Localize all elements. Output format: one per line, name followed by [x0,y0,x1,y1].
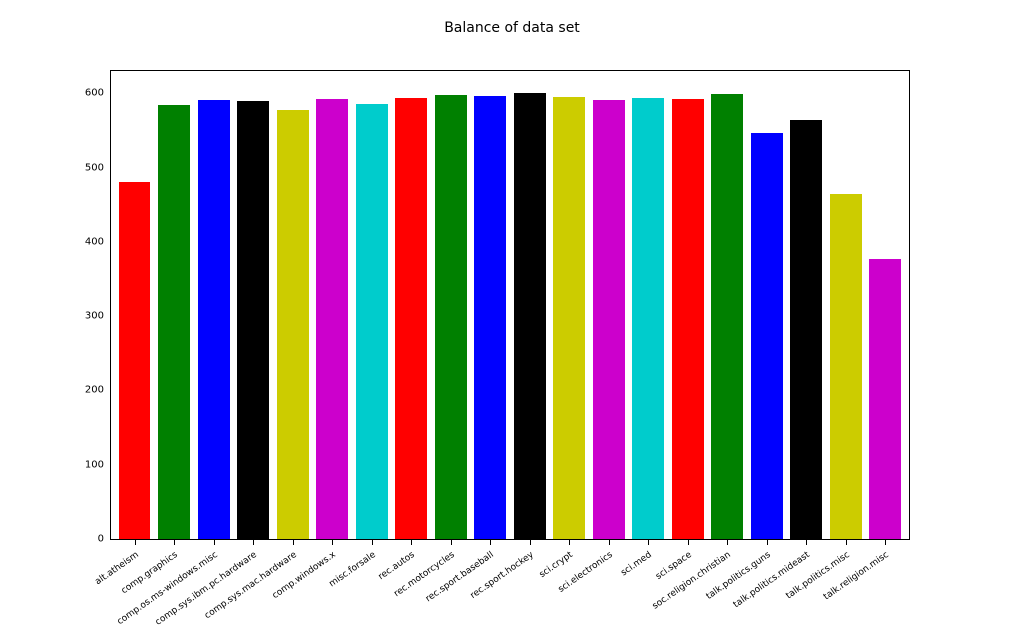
y-tick-label: 400 [85,236,104,247]
y-tick-label: 600 [85,88,104,99]
y-tick-label: 500 [85,162,104,173]
plot-axes [110,70,910,540]
bar [316,99,348,540]
x-tick-label: sci.med [620,550,654,578]
y-tick-label: 0 [98,534,104,545]
x-tick-label: sci.crypt [538,550,575,580]
bar [711,94,743,539]
x-tick-mark [411,540,412,545]
bar [790,120,822,539]
plot-area [111,71,909,539]
x-tick-mark [530,540,531,545]
bar [277,110,309,539]
bar [830,194,862,539]
x-tick-mark [609,540,610,545]
x-tick-mark [174,540,175,545]
bar [751,133,783,539]
bar [237,101,269,539]
x-tick-mark [253,540,254,545]
bar [474,96,506,539]
x-tick-mark [332,540,333,545]
x-tick-mark [214,540,215,545]
bar [119,182,151,539]
bar [158,105,190,539]
x-tick-mark [727,540,728,545]
x-tick-label: rec.sport.baseball [424,550,496,604]
x-tick-mark [806,540,807,545]
bar [435,95,467,539]
bar [593,100,625,539]
figure: Balance of data set 0100200300400500600 … [0,0,1024,640]
y-tick-label: 100 [85,459,104,470]
x-tick-mark [885,540,886,545]
x-tick-label: talk.politics.mideast [732,550,812,610]
bar [672,99,704,540]
y-axis-ticks: 0100200300400500600 [0,70,108,540]
chart-title: Balance of data set [0,20,1024,36]
x-tick-mark [293,540,294,545]
x-tick-mark [451,540,452,545]
x-tick-mark [569,540,570,545]
bar [356,104,388,539]
bar [514,93,546,539]
x-tick-mark [688,540,689,545]
y-tick-label: 200 [85,385,104,396]
x-tick-mark [372,540,373,545]
bar [553,97,585,539]
x-tick-mark [490,540,491,545]
y-tick-label: 300 [85,311,104,322]
x-tick-mark [767,540,768,545]
bar [198,100,230,539]
bar [395,98,427,539]
x-tick-mark [846,540,847,545]
x-tick-mark [135,540,136,545]
bar [632,98,664,539]
bar [869,259,901,539]
x-axis-ticks: alt.atheismcomp.graphicscomp.os.ms-windo… [110,540,910,640]
x-tick-mark [648,540,649,545]
